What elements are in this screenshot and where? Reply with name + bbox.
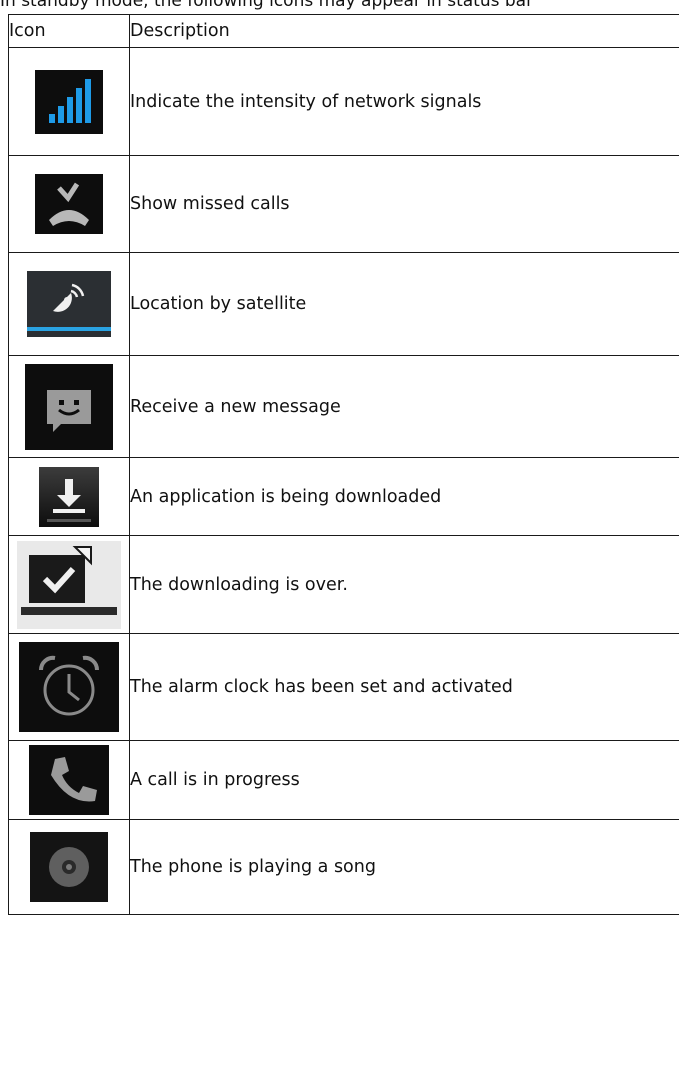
row-description: Indicate the intensity of network signal… bbox=[129, 47, 679, 156]
table-row: The downloading is over. bbox=[8, 535, 679, 634]
row-description: Location by satellite bbox=[129, 252, 679, 356]
table-row: Location by satellite bbox=[8, 252, 679, 356]
table-row: The phone is playing a song bbox=[8, 819, 679, 915]
row-description: The downloading is over. bbox=[129, 535, 679, 634]
status-icons-table: Icon Description Indicate the intensity … bbox=[8, 14, 679, 915]
table-row: Show missed calls bbox=[8, 155, 679, 253]
table-row: Indicate the intensity of network signal… bbox=[8, 47, 679, 156]
table-row: An application is being downloaded bbox=[8, 457, 679, 536]
alarm-clock-icon bbox=[19, 642, 119, 732]
new-message-icon bbox=[25, 363, 113, 450]
row-description: Show missed calls bbox=[129, 155, 679, 253]
table-row: The alarm clock has been set and activat… bbox=[8, 633, 679, 741]
row-description: Receive a new message bbox=[129, 355, 679, 458]
music-playing-icon bbox=[30, 832, 108, 902]
missed-call-icon bbox=[35, 174, 103, 234]
download-complete-icon bbox=[17, 540, 121, 629]
row-description: An application is being downloaded bbox=[129, 457, 679, 536]
signal-strength-icon bbox=[35, 69, 103, 134]
satellite-location-icon bbox=[27, 271, 111, 337]
row-description: The alarm clock has been set and activat… bbox=[129, 633, 679, 741]
header-icon: Icon bbox=[8, 14, 130, 48]
row-description: A call is in progress bbox=[129, 740, 679, 820]
intro-text: In standby mode, the following icons may… bbox=[0, 0, 534, 11]
table-header-row: Icon Description bbox=[8, 14, 679, 48]
row-description: The phone is playing a song bbox=[129, 819, 679, 915]
header-description: Description bbox=[129, 14, 679, 48]
table-row: A call is in progress bbox=[8, 740, 679, 820]
downloading-icon bbox=[39, 466, 99, 527]
table-row: Receive a new message bbox=[8, 355, 679, 458]
call-in-progress-icon bbox=[29, 745, 109, 815]
